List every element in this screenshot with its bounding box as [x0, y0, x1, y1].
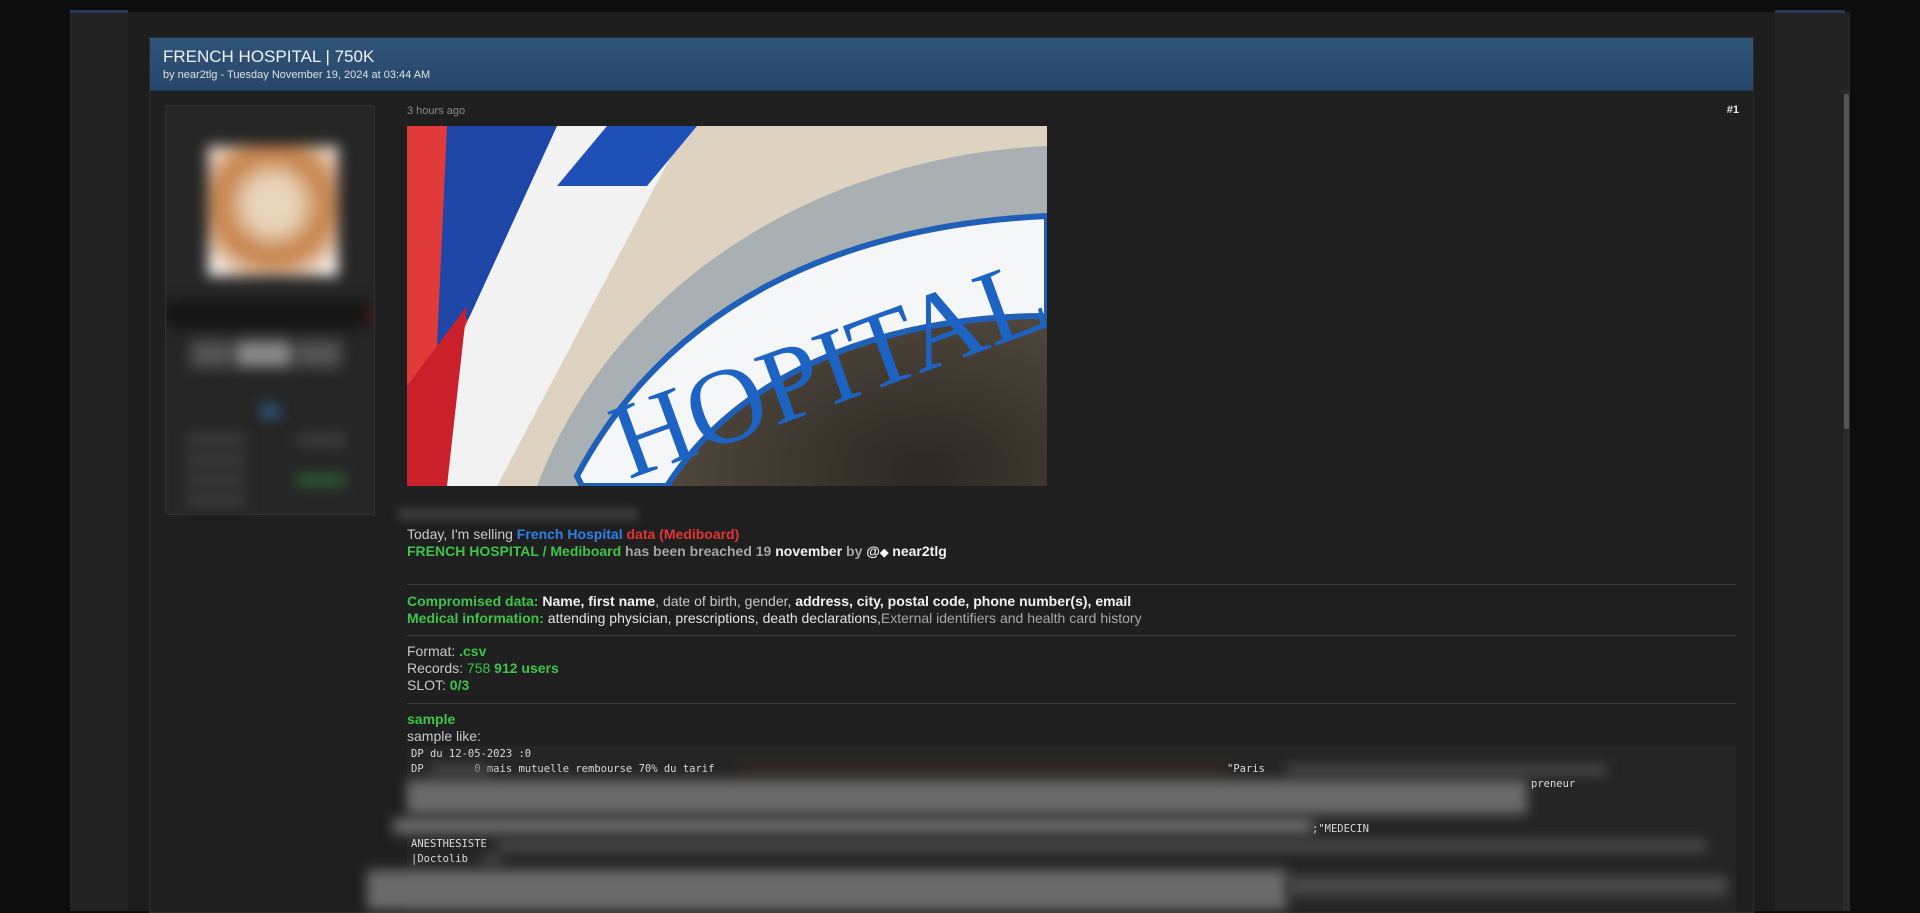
divider	[407, 584, 1736, 585]
selling-line: Today, I'm selling French Hospital data …	[407, 526, 739, 543]
slot-label: SLOT:	[407, 677, 450, 693]
code-line: preneur	[1531, 778, 1576, 790]
redacted-text	[497, 840, 1707, 852]
user-badges	[191, 341, 351, 371]
code-line: ;"MEDECIN	[1312, 823, 1369, 835]
compromised-line: Compromised data: Name, first name, date…	[407, 593, 1131, 610]
compromised-bold-1: Name, first name	[538, 593, 656, 609]
redacted-text	[393, 818, 1313, 834]
compromised-label: Compromised data:	[407, 593, 539, 609]
username-bar[interactable]	[166, 301, 374, 327]
redacted-text	[1287, 765, 1607, 775]
redacted-text	[1287, 876, 1727, 896]
code-line: "Paris	[1227, 763, 1265, 775]
slot-value: 0/3	[449, 677, 470, 693]
redacted-text	[481, 855, 503, 864]
user-stat	[186, 476, 246, 484]
scrollbar-thumb[interactable]	[1844, 94, 1849, 429]
breach-middle: has been breached 19	[621, 543, 776, 559]
breach-line: FRENCH HOSPITAL / Mediboard has been bre…	[407, 543, 947, 562]
redacted-text	[407, 780, 1527, 814]
thread-title: FRENCH HOSPITAL | 750K	[163, 47, 375, 66]
handle-at: @	[866, 543, 880, 559]
breach-by: by	[842, 543, 867, 559]
user-stat	[186, 496, 246, 504]
sample-code-block[interactable]: DP du 12-05-2023 :0 DP 0 mais mutuelle r…	[367, 746, 1736, 912]
sample-like-label: sample like:	[407, 728, 481, 744]
selling-prefix: Today, I'm selling	[407, 526, 517, 542]
post-number[interactable]: #1	[1727, 104, 1739, 116]
code-line: DP du 12-05-2023 :0	[411, 748, 532, 760]
author-handle[interactable]: near2tlg	[888, 543, 946, 559]
redacted-text	[737, 765, 1227, 775]
medical-plain: attending physician, prescriptions, deat…	[543, 610, 881, 626]
user-stat	[186, 436, 246, 444]
format-line: Format: .csv	[407, 643, 486, 660]
format-label: Format:	[407, 643, 460, 659]
user-reputation	[296, 476, 346, 484]
medical-grey: External identifiers and health card his…	[880, 610, 1142, 626]
thread-container: FRENCH HOSPITAL | 750K by near2tlg - Tue…	[149, 37, 1754, 913]
medical-line: Medical information: attending physician…	[407, 610, 1142, 627]
records-line: Records: 758 912 users	[407, 660, 559, 677]
slot-line: SLOT: 0/3	[407, 677, 469, 694]
user-rank-icon	[261, 406, 279, 416]
avatar[interactable]	[208, 146, 338, 276]
records-number: 758	[466, 660, 491, 676]
sample-heading[interactable]: sample	[407, 711, 455, 728]
post-time[interactable]: 3 hours ago	[407, 105, 465, 117]
frame-accent-left	[70, 10, 128, 13]
selling-entity: French Hospital	[516, 526, 623, 542]
divider	[407, 635, 1736, 636]
thread-meta[interactable]: by near2tlg - Tuesday November 19, 2024 …	[163, 69, 430, 81]
compromised-bold-2: address, city, postal code, phone number…	[795, 593, 1132, 609]
breach-entity: FRENCH HOSPITAL / Mediboard	[407, 543, 622, 559]
user-stat	[296, 436, 346, 444]
medical-label: Medical information:	[407, 610, 544, 626]
frame-accent-right	[1775, 10, 1845, 13]
hospital-sign-illustration: HOPITAL	[407, 126, 1047, 486]
divider	[407, 703, 1736, 704]
records-rest: 912 users	[490, 660, 559, 676]
thread-header: FRENCH HOSPITAL | 750K by near2tlg - Tue…	[150, 38, 1753, 91]
user-stat	[186, 456, 246, 464]
records-label: Records:	[407, 660, 467, 676]
code-line: ANESTHESISTE	[411, 838, 487, 850]
hospital-image: HOPITAL	[407, 126, 1047, 486]
selling-suffix: data (Mediboard)	[622, 526, 740, 542]
user-card	[165, 105, 375, 515]
redacted-text	[431, 765, 489, 775]
format-value: .csv	[459, 643, 487, 659]
redacted-text	[367, 870, 1287, 910]
code-line: |Doctolib	[411, 853, 468, 865]
compromised-plain: , date of birth, gender,	[655, 593, 796, 609]
redacted-banner	[398, 508, 638, 520]
breach-month: november	[775, 543, 843, 559]
